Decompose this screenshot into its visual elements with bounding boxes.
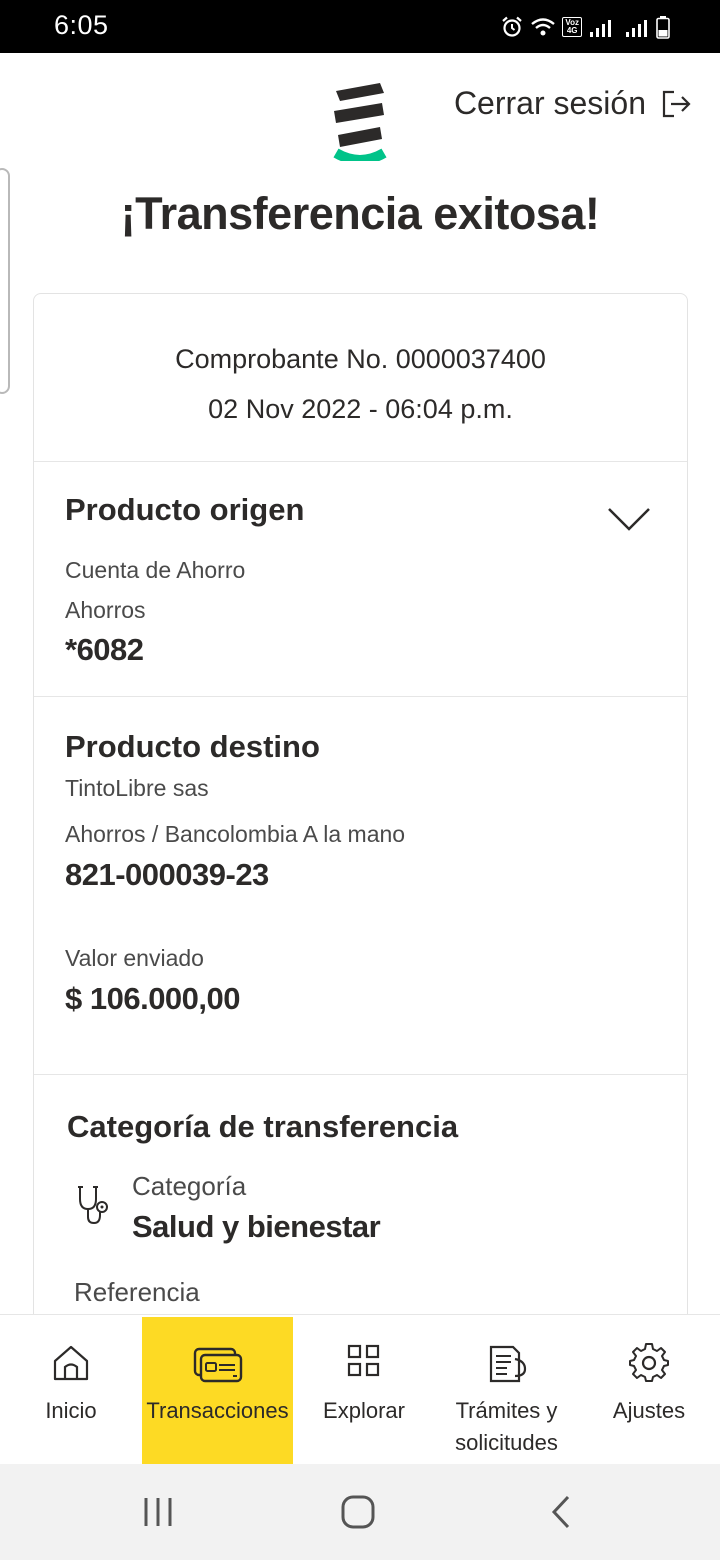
network-badge-bottom: 4G [566,26,578,35]
bottom-navigation: Inicio Transacciones Explorar Trámites y… [0,1314,720,1465]
status-time: 6:05 [54,10,109,40]
destination-holder: TintoLibre sas [65,775,209,801]
transfer-receipt-card: Comprobante No. 0000037400 02 Nov 2022 -… [33,293,688,1333]
receipt-number: Comprobante No. 0000037400 [175,344,546,374]
logout-label: Cerrar sesión [453,85,646,121]
status-bar: 6:05 Voz 4G [0,0,720,53]
wifi-icon [531,18,556,36]
category-title: Categoría de transferencia [67,1109,459,1144]
logout-button[interactable]: Cerrar sesión [454,85,692,122]
gear-icon [629,1343,669,1382]
receipt-header: Comprobante No. 0000037400 02 Nov 2022 -… [34,294,687,462]
bancolombia-logo [333,83,387,161]
nav-item-explorar[interactable]: Explorar [293,1317,435,1465]
origin-section: Producto origen Cuenta de Ahorro Ahorros… [34,462,687,697]
page-title: ¡Transferencia exitosa! [120,188,600,239]
chevron-down-icon[interactable] [607,506,651,532]
category-section: Categoría de transferencia Categoría Sal… [34,1075,687,1332]
battery-icon [656,16,670,39]
destination-section: Producto destino TintoLibre sas Ahorros … [34,697,687,1075]
amount-value: $ 106.000,00 [65,981,241,1016]
app-header: Cerrar sesión [0,53,720,165]
origin-title: Producto origen [65,492,305,527]
nav-label-ajustes: Ajustes [612,1398,686,1423]
destination-account-type: Ahorros / Bancolombia A la mano [65,821,406,847]
grid-icon [347,1344,380,1377]
nav-label-tramites: Trámites y solicitudes [455,1398,558,1455]
logout-icon [662,90,691,117]
receipt-date: 02 Nov 2022 - 06:04 p.m. [208,394,513,424]
stethoscope-icon [78,1186,108,1225]
nav-item-tramites[interactable]: Trámites y solicitudes [435,1317,578,1465]
alarm-icon [502,16,523,37]
origin-account-type: Ahorros [65,597,146,623]
destination-title: Producto destino [65,729,320,764]
destination-account-number: 821-000039-23 [65,857,269,892]
nav-item-transacciones[interactable]: Transacciones [142,1317,293,1465]
signal-icon-secondary [626,20,647,37]
origin-account-name: Cuenta de Ahorro [65,557,246,583]
home-icon [53,1345,89,1381]
nav-item-inicio[interactable]: Inicio [0,1317,142,1465]
signal-icon [590,20,611,37]
nav-label-inicio: Inicio [45,1398,97,1423]
category-label: Categoría [132,1171,247,1201]
card-cash-icon [193,1347,242,1383]
recent-apps-icon[interactable] [140,1494,176,1530]
reference-label: Referencia [74,1277,200,1307]
status-icons: Voz 4G [500,13,670,41]
origin-account-number: *6082 [65,632,144,667]
nav-label-transacciones: Transacciones [146,1398,289,1423]
amount-label: Valor enviado [65,945,204,971]
back-icon[interactable] [544,1494,580,1530]
nav-item-ajustes[interactable]: Ajustes [578,1317,720,1465]
document-icon [489,1345,526,1383]
home-button-icon[interactable] [340,1494,376,1530]
network-badge: Voz 4G [562,17,582,37]
category-value: Salud y bienestar [132,1209,381,1244]
nav-label-explorar: Explorar [323,1398,405,1423]
system-navigation-bar [0,1464,720,1560]
